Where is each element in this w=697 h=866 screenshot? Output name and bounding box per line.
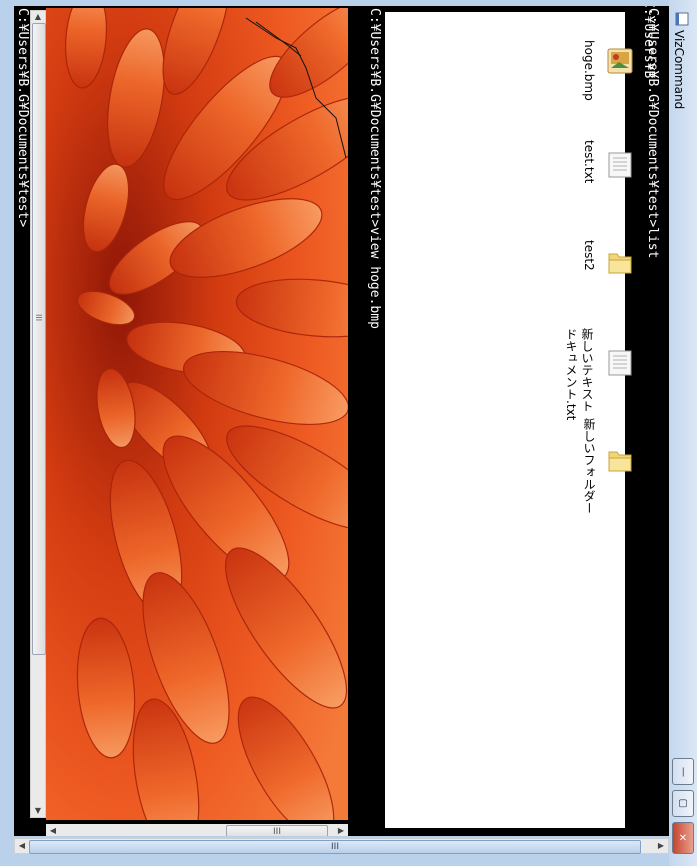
viewer-horizontal-scrollbar[interactable]: ◀ III ▶ [46, 824, 348, 836]
grip-icon: III [331, 842, 339, 852]
grip-icon: III [34, 314, 43, 322]
file-listing: hoge.bmp test.txt test2 新しいテキスト ドキュメント.t… [385, 12, 633, 828]
scroll-thumb[interactable]: III [32, 23, 46, 655]
file-name: 新しいテキスト ドキュメント.txt [564, 328, 594, 421]
maximize-button[interactable]: ▢ [672, 790, 694, 817]
app-icon [675, 12, 689, 26]
console-prompt: C:¥Users¥B.G¥Documents¥test> [15, 8, 30, 228]
scroll-up-arrow-icon[interactable]: ▲ [33, 12, 43, 22]
window-title: VizCommand [672, 30, 686, 110]
console-area[interactable]: C:¥Users¥B.G¥Documents¥test C:¥Users¥B.G… [14, 6, 669, 836]
file-name: hoge.bmp [582, 40, 596, 101]
minimize-icon: — [677, 766, 689, 777]
scroll-left-arrow-icon[interactable]: ◀ [17, 840, 27, 852]
close-icon: ✕ [678, 832, 688, 844]
text-file-icon [608, 350, 632, 376]
folder-icon [608, 451, 632, 472]
bitmap-icon [607, 48, 633, 74]
scroll-right-arrow-icon[interactable]: ▶ [336, 825, 346, 836]
scroll-right-arrow-icon[interactable]: ▶ [656, 840, 666, 852]
window-horizontal-scrollbar[interactable]: ◀ III ▶ [14, 838, 669, 854]
file-name: test.txt [582, 140, 596, 184]
grip-icon: III [273, 827, 281, 836]
folder-icon [608, 253, 632, 274]
scroll-down-arrow-icon[interactable]: ▼ [33, 806, 43, 816]
text-file-icon [608, 152, 632, 178]
scroll-thumb[interactable]: III [226, 825, 328, 836]
flower-image [46, 8, 348, 820]
title-bar[interactable] [669, 0, 697, 866]
close-button[interactable]: ✕ [672, 822, 694, 854]
list-item[interactable]: test2 [571, 240, 641, 300]
file-name: test2 [582, 240, 596, 271]
list-item[interactable]: 新しいフォルダー [571, 418, 641, 528]
maximize-icon: ▢ [678, 798, 688, 809]
vertical-scrollbar[interactable]: ▲ III ▼ [30, 10, 46, 818]
list-item[interactable]: test.txt [571, 140, 641, 200]
scroll-left-arrow-icon[interactable]: ◀ [48, 825, 58, 836]
console-line: C:¥Users¥B.G¥Documents¥test>list [645, 8, 660, 259]
console-line: C:¥Users¥B.G¥Documents¥test>view hoge.bm… [367, 8, 382, 329]
minimize-button[interactable]: — [672, 758, 694, 785]
scroll-thumb[interactable]: III [29, 840, 641, 854]
list-item[interactable]: hoge.bmp [571, 40, 641, 101]
file-name: 新しいフォルダー [582, 418, 596, 514]
image-viewer [46, 8, 348, 820]
